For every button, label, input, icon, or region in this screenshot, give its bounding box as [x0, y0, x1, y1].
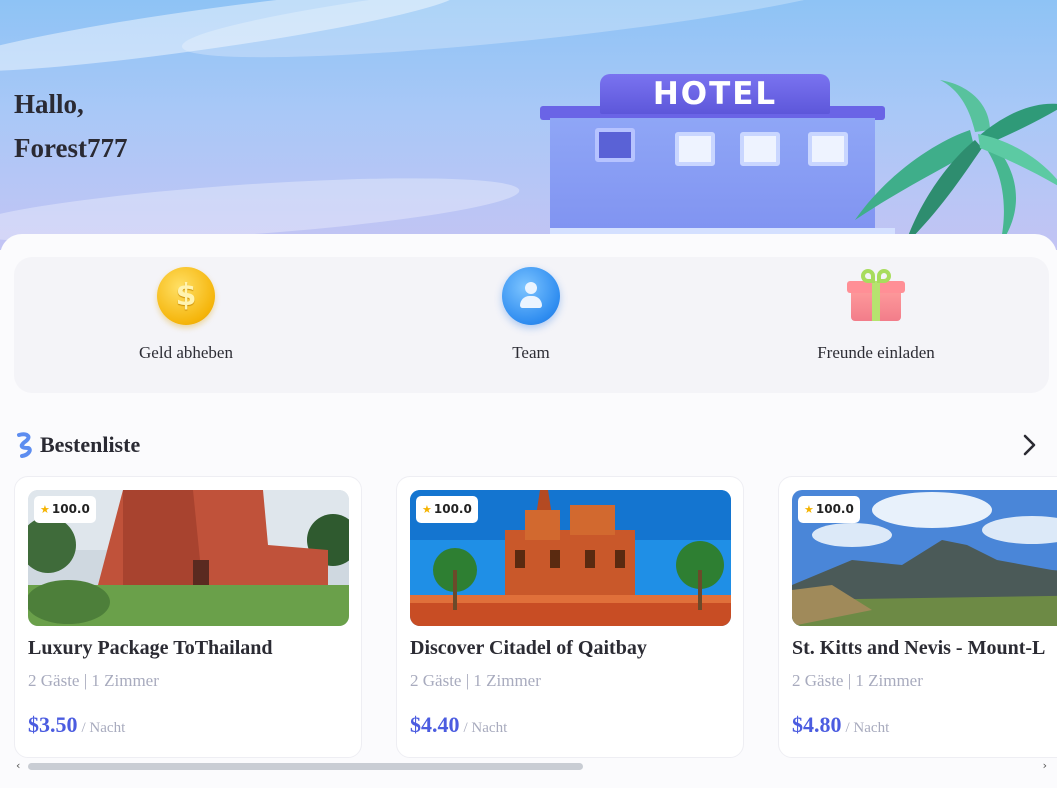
- greeting-username: Forest777: [14, 133, 128, 163]
- price-value: $3.50: [28, 712, 78, 737]
- ribbon-icon: [17, 432, 32, 458]
- hotel-window: [595, 128, 635, 162]
- invite-friends-button[interactable]: Freunde einladen: [776, 267, 976, 363]
- scroll-left-icon[interactable]: ‹: [16, 759, 20, 772]
- chevron-right-icon[interactable]: [1014, 430, 1044, 460]
- greeting: Hallo, Forest777: [14, 82, 127, 170]
- hero-banner: Hallo, Forest777 HOTEL: [0, 0, 1057, 250]
- hotel-sign: HOTEL: [600, 74, 830, 114]
- rating-value: 100.0: [433, 502, 472, 516]
- palm-leaves-icon: [855, 80, 1057, 245]
- hotel-card[interactable]: ★ 100.0 Discover Citadel of Qaitbay 2 Gäs…: [396, 476, 744, 758]
- rating-value: 100.0: [815, 502, 854, 516]
- card-title: St. Kitts and Nevis - Mount-L: [792, 637, 1046, 659]
- card-price: $4.80/ Nacht: [792, 712, 889, 738]
- horizontal-scrollbar[interactable]: ‹ ›: [14, 759, 1049, 772]
- star-icon: ★: [422, 503, 432, 516]
- hotel-card[interactable]: ★ 100.0 St. Kitts and Nevis - Mount-L 2 G…: [778, 476, 1057, 758]
- withdraw-button[interactable]: $ Geld abheben: [86, 267, 286, 363]
- hotel-illustration: HOTEL: [530, 74, 895, 250]
- hotel-window: [740, 132, 780, 166]
- card-image: ★ 100.0: [792, 490, 1057, 626]
- price-unit: / Nacht: [463, 720, 508, 736]
- card-price: $4.40/ Nacht: [410, 712, 507, 738]
- section-title: Bestenliste: [40, 432, 141, 457]
- star-icon: ★: [40, 503, 50, 516]
- team-button[interactable]: Team: [431, 267, 631, 363]
- scroll-right-icon[interactable]: ›: [1043, 759, 1047, 772]
- leaderboard-carousel[interactable]: ★ 100.0 Luxury Package ToThailand 2 Gäste…: [14, 476, 1057, 760]
- quick-actions: $ Geld abheben Team Freunde einladen: [14, 257, 1049, 393]
- rating-badge: ★ 100.0: [34, 496, 96, 523]
- quick-action-label: Freunde einladen: [817, 343, 935, 362]
- card-image: ★ 100.0: [410, 490, 731, 626]
- hotel-body: [550, 118, 895, 250]
- quick-action-label: Team: [512, 343, 550, 362]
- card-subtitle: 2 Gäste | 1 Zimmer: [28, 671, 159, 690]
- hotel-window: [808, 132, 848, 166]
- card-subtitle: 2 Gäste | 1 Zimmer: [792, 671, 923, 690]
- hotel-card[interactable]: ★ 100.0 Luxury Package ToThailand 2 Gäste…: [14, 476, 362, 758]
- card-title: Discover Citadel of Qaitbay: [410, 637, 647, 659]
- rating-value: 100.0: [51, 502, 90, 516]
- rating-badge: ★ 100.0: [798, 496, 860, 523]
- gift-icon: [847, 267, 905, 325]
- price-value: $4.40: [410, 712, 460, 737]
- price-unit: / Nacht: [81, 720, 126, 736]
- quick-action-label: Geld abheben: [139, 343, 233, 362]
- rating-badge: ★ 100.0: [416, 496, 478, 523]
- price-value: $4.80: [792, 712, 842, 737]
- greeting-hello: Hallo,: [14, 89, 84, 119]
- card-title: Luxury Package ToThailand: [28, 637, 273, 659]
- leaderboard-header: Bestenliste: [14, 430, 1044, 460]
- card-image: ★ 100.0: [28, 490, 349, 626]
- card-subtitle: 2 Gäste | 1 Zimmer: [410, 671, 541, 690]
- price-unit: / Nacht: [845, 720, 890, 736]
- scrollbar-thumb[interactable]: [28, 763, 583, 770]
- main-panel: $ Geld abheben Team Freunde einladen Bes…: [0, 234, 1057, 788]
- coin-icon: $: [157, 267, 215, 325]
- card-price: $3.50/ Nacht: [28, 712, 125, 738]
- team-icon: [502, 267, 560, 325]
- star-icon: ★: [804, 503, 814, 516]
- hotel-window: [675, 132, 715, 166]
